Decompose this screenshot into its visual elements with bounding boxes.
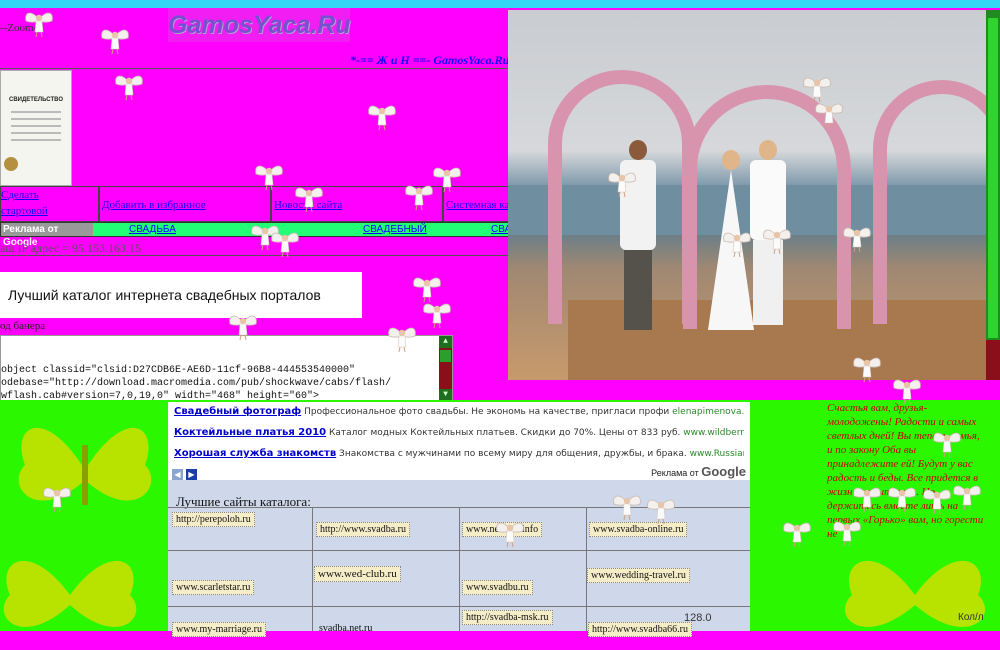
code-scrollbar[interactable]: ▲ ▼ [439,336,452,401]
angel-icon [888,487,916,513]
angel-icon [647,499,675,525]
corner-label: Кол/л [958,612,984,623]
angel-icon [25,12,53,38]
slogan-box: Лучший каталог интернета свадебных порта… [0,272,362,318]
credit-prefix: Реклама от [651,468,699,478]
site-link[interactable]: http://www.svadba66.ru [588,622,693,637]
angel-icon [368,105,396,131]
ad-url[interactable]: www.RussianEuro.cor [690,449,744,459]
banner-code-label: од банера [0,320,46,332]
site-link[interactable]: www.svadbu.ru [462,580,533,595]
angel-icon [255,165,283,191]
site-link[interactable]: http://svadba-msk.ru [462,610,553,625]
angel-icon [893,379,921,405]
top-stripe [0,0,1000,8]
angel-icon [388,327,416,353]
next-arrow-icon[interactable]: ▶ [186,469,197,480]
angel-icon [843,227,871,253]
angel-icon [423,303,451,329]
certificate-heading: СВИДЕТЕЛЬСТВО [9,97,63,103]
ads-bar-label[interactable]: Реклама от Google [1,223,93,248]
angel-icon [833,521,861,547]
certificate-image[interactable]: СВИДЕТЕЛЬСТВО [0,70,72,186]
flower-arch [873,80,986,324]
angel-icon [933,432,961,458]
ad-item: Коктейльные платья 2010 Каталог модных К… [174,427,744,448]
google-ads-list: Свадебный фотограф Профессиональное фото… [174,406,744,469]
wedding-photo [508,10,986,380]
seal-icon [4,157,18,171]
angel-icon [953,485,981,511]
angel-icon [815,103,843,129]
butterfly-icon [3,560,137,627]
angel-icon [433,167,461,193]
grid-line [459,507,460,631]
ads-keyword-link[interactable]: СВАДЕБНЫЙ [363,224,427,235]
site-link[interactable]: svadba.net.ru [316,622,375,635]
ad-item: Свадебный фотограф Профессиональное фото… [174,406,744,427]
ad-text: Профессиональное фото свадьбы. Не эконом… [304,407,670,417]
site-logo[interactable]: GamosYaca.Ru [168,8,350,42]
site-link[interactable]: www.scarletstar.ru [172,580,255,595]
site-link[interactable]: http://www.svadba.ru [316,522,411,537]
scroll-thumb[interactable] [440,350,451,362]
page-scroll-track[interactable] [986,340,1000,380]
page-scrollbar[interactable] [986,10,1000,380]
google-brand: Google [701,464,746,479]
ad-title-link[interactable]: Хорошая служба знакомств [174,448,336,459]
banner-code-text: object classid="clsid:D27CDB6E-AE6D-11cf… [1,365,392,402]
ad-text: Каталог модных Коктейльных платьев. Скид… [329,428,681,438]
site-link[interactable]: www.my-marriage.ru [172,622,266,637]
ip-address-text: аш IP адрес = 95.153.163.15 [0,241,141,255]
angel-icon [853,357,881,383]
ads-keyword-link[interactable]: СВАДЬБА [129,224,176,235]
site-link[interactable]: www.wed-club.ru [314,566,401,582]
angel-icon [101,29,129,55]
angel-icon [608,172,636,198]
add-favorites-link[interactable]: Добавить в избранное [102,199,206,211]
nav-cell-home: Сделать стартовой [0,186,99,222]
nav-cell-favorites: Добавить в избранное [99,186,271,222]
counter-value: 128.0 [684,612,712,624]
divider [0,255,508,256]
angel-icon [783,522,811,548]
grid-line [312,507,313,631]
ad-title-link[interactable]: Свадебный фотограф [174,406,301,417]
angel-icon [853,487,881,513]
butterfly-icon [18,427,152,505]
scroll-up-icon[interactable]: ▲ [439,336,452,348]
site-link[interactable]: www.wedding-travel.ru [587,568,690,583]
divider [0,68,508,69]
angel-icon [613,495,641,521]
ad-text: Знакомства с мужчинами по всему миру для… [339,449,687,459]
site-link[interactable]: http://perepoloh.ru [172,512,255,527]
angel-icon [271,232,299,258]
make-home-link[interactable]: Сделать стартовой [1,187,61,219]
angel-icon [295,187,323,213]
certificate-text-lines [11,111,61,146]
page-scroll-thumb[interactable] [988,18,998,338]
angel-icon [115,75,143,101]
ad-url[interactable]: www.wildberries.ru [683,428,744,438]
google-ads-credit[interactable]: Реклама от Google [651,464,746,479]
angel-icon [723,232,751,258]
ad-title-link[interactable]: Коктейльные платья 2010 [174,427,326,438]
prev-arrow-icon[interactable]: ◀ [172,469,183,480]
ad-url[interactable]: elenapimenova.ru [672,407,744,417]
angel-icon [763,229,791,255]
angel-icon [496,522,524,548]
angel-icon [229,315,257,341]
angel-icon [43,487,71,513]
angel-icon [923,489,951,515]
